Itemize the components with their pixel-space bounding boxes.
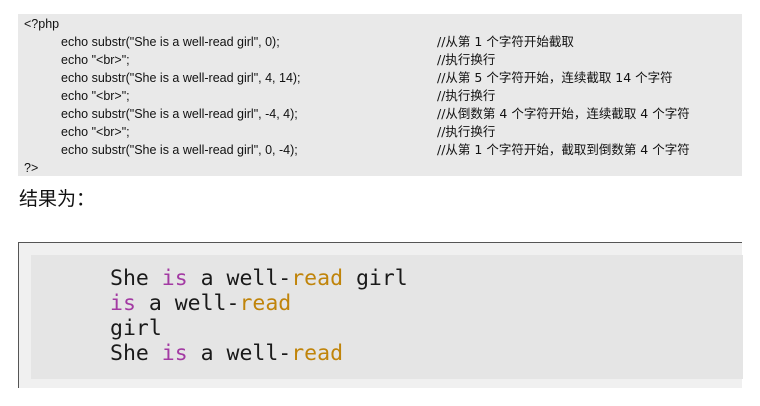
output-line: She is a well-read (110, 341, 343, 366)
code-comment: //执行换行 (437, 52, 496, 67)
output-text: a well- (187, 341, 292, 366)
code-block: <?php echo substr("She is a well-read gi… (18, 14, 742, 176)
code-line: echo "<br>"; //执行换行 (24, 123, 742, 141)
code-line: echo substr("She is a well-read girl", 4… (24, 69, 742, 87)
output-box: She is a well-read girl is a well-read g… (18, 242, 743, 388)
code-line: echo "<br>"; //执行换行 (24, 87, 742, 105)
output-panel: She is a well-read girl is a well-read g… (31, 255, 743, 379)
result-label: 结果为： (19, 188, 96, 210)
code-line: echo substr("She is a well-read girl", 0… (24, 33, 742, 51)
output-line: She is a well-read girl (110, 266, 408, 291)
code-statement: echo substr("She is a well-read girl", -… (61, 107, 298, 121)
code-statement: echo "<br>"; (61, 53, 130, 67)
php-open-tag: <?php (24, 17, 60, 31)
code-statement: echo substr("She is a well-read girl", 0… (61, 143, 298, 157)
code-statement: echo "<br>"; (61, 89, 130, 103)
code-comment: //从第 1 个字符开始，截取到倒数第 4 个字符 (437, 142, 690, 157)
output-text: girl (110, 316, 162, 341)
output-keyword-is: is (161, 341, 188, 366)
code-statement: echo "<br>"; (61, 125, 130, 139)
output-keyword-is: is (110, 291, 136, 316)
code-statement: echo substr("She is a well-read girl", 0… (61, 35, 280, 49)
output-line: is a well-read (110, 291, 291, 316)
code-line-close: ?> (24, 159, 742, 177)
output-text: She (110, 266, 162, 291)
code-statement: echo substr("She is a well-read girl", 4… (61, 71, 301, 85)
output-text: a well- (187, 266, 292, 291)
output-line: girl (110, 316, 162, 341)
output-keyword-is: is (161, 266, 188, 291)
code-comment: //从倒数第 4 个字符开始，连续截取 4 个字符 (437, 106, 690, 121)
code-comment: //从第 5 个字符开始，连续截取 14 个字符 (437, 70, 673, 85)
output-keyword-read: read (291, 266, 344, 291)
code-comment: //从第 1 个字符开始截取 (437, 34, 574, 49)
code-comment: //执行换行 (437, 124, 496, 139)
output-text: a well- (135, 291, 240, 316)
code-comment: //执行换行 (437, 88, 496, 103)
output-keyword-read: read (291, 341, 344, 366)
output-keyword-read: read (239, 291, 292, 316)
code-line: echo "<br>"; //执行换行 (24, 51, 742, 69)
output-text: She (110, 341, 162, 366)
output-text: girl (343, 266, 408, 291)
code-line: echo substr("She is a well-read girl", 0… (24, 141, 742, 159)
code-line-open: <?php (24, 15, 742, 33)
code-line: echo substr("She is a well-read girl", -… (24, 105, 742, 123)
php-close-tag: ?> (24, 161, 39, 175)
